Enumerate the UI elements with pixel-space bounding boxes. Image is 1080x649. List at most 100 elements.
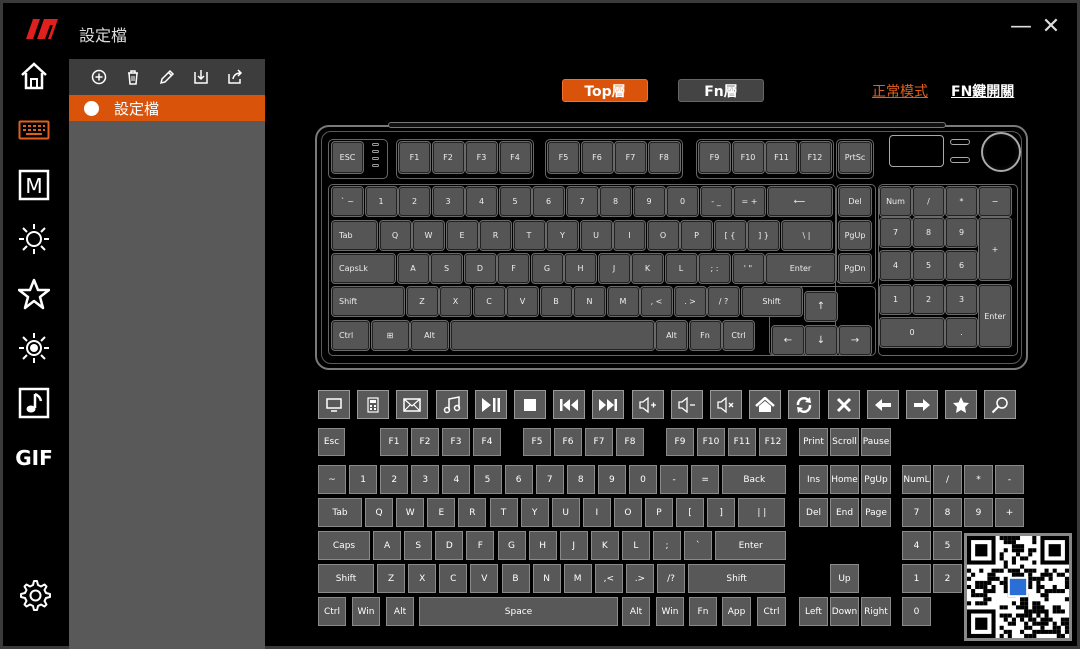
key-sym[interactable]: = + (733, 186, 766, 217)
key-w[interactable]: W (412, 220, 445, 251)
key-arrow-up[interactable]: ↑ (804, 291, 838, 322)
numpad-key-sym[interactable]: + (978, 217, 1012, 281)
picker-key-sym[interactable]: = (691, 465, 720, 494)
trash-icon[interactable] (122, 66, 144, 88)
star-icon[interactable] (15, 275, 53, 313)
picker-key-f[interactable]: F (466, 531, 495, 560)
picker-key-shift[interactable]: Shift (318, 564, 374, 593)
numpad-key-sym[interactable]: / (912, 186, 945, 217)
gear-icon[interactable] (15, 576, 53, 614)
picker-key-h[interactable]: H (528, 531, 557, 560)
key-f3[interactable]: F3 (465, 141, 498, 174)
picker-key-f8[interactable]: F8 (616, 428, 644, 456)
key-f[interactable]: F (497, 253, 530, 284)
key-h[interactable]: H (564, 253, 597, 284)
refresh-key[interactable] (788, 390, 821, 419)
numpad-key-0[interactable]: 0 (879, 317, 945, 348)
numpad-key-5[interactable]: 5 (912, 250, 945, 281)
picker-key-sym[interactable]: - (660, 465, 689, 494)
key-pgdn[interactable]: PgDn (838, 253, 872, 284)
key-prtsc[interactable]: PrtSc (838, 141, 872, 174)
key-1[interactable]: 1 (364, 186, 398, 217)
picker-key-ctrl[interactable]: Ctrl (757, 597, 786, 626)
key-ctrl[interactable]: Ctrl (331, 320, 370, 351)
picker-key-1[interactable]: 1 (902, 564, 931, 593)
key-alt[interactable]: Alt (655, 320, 688, 351)
picker-key-ctrl[interactable]: Ctrl (318, 597, 346, 626)
key-sym[interactable]: [ { (713, 220, 747, 251)
picker-key-sym[interactable]: .> (625, 564, 654, 593)
monitor-key[interactable] (318, 390, 350, 419)
minimize-button[interactable]: — (1007, 15, 1035, 39)
key-6[interactable]: 6 (532, 186, 565, 217)
picker-key-ins[interactable]: Ins (799, 465, 828, 494)
picker-key-sym[interactable]: * (964, 465, 993, 494)
key-l[interactable]: L (664, 253, 698, 284)
key-sym[interactable]: / ? (707, 286, 740, 317)
brightness-icon[interactable] (15, 220, 53, 258)
picker-key-a[interactable]: A (373, 531, 402, 560)
picker-key-pgup[interactable]: PgUp (861, 465, 891, 494)
numpad-key-6[interactable]: 6 (945, 250, 978, 281)
picker-key-8[interactable]: 8 (933, 498, 962, 527)
key-sym[interactable]: ` ~ (331, 186, 364, 217)
picker-key-6[interactable]: 6 (504, 465, 533, 494)
top-layer-button[interactable]: Top層 (562, 79, 648, 102)
keyboard-icon[interactable] (15, 111, 53, 149)
key-f12[interactable]: F12 (798, 141, 832, 174)
gif-icon[interactable]: GIF (15, 439, 53, 477)
picker-key-sym[interactable]: | | (738, 498, 786, 527)
picker-key-1[interactable]: 1 (349, 465, 378, 494)
picker-key-f10[interactable]: F10 (697, 428, 725, 456)
picker-key-print[interactable]: Print (799, 428, 828, 456)
picker-key-caps[interactable]: Caps (318, 531, 370, 560)
key-7[interactable]: 7 (565, 186, 599, 217)
numpad-key-enter[interactable]: Enter (978, 284, 1012, 348)
key-t[interactable]: T (512, 220, 546, 251)
key-f9[interactable]: F9 (698, 141, 731, 174)
picker-key-f6[interactable]: F6 (554, 428, 582, 456)
picker-key-7[interactable]: 7 (902, 498, 931, 527)
picker-key-b[interactable]: B (501, 564, 530, 593)
edit-icon[interactable] (156, 66, 178, 88)
back-arrow-key[interactable] (866, 390, 899, 419)
picker-key-home[interactable]: Home (830, 465, 859, 494)
key-tab[interactable]: Tab (331, 220, 378, 251)
picker-key-sym[interactable]: ] (707, 498, 736, 527)
key-f7[interactable]: F7 (614, 141, 647, 174)
key-f1[interactable]: F1 (398, 141, 431, 174)
volume-down-key[interactable] (670, 390, 703, 419)
key-f11[interactable]: F11 (765, 141, 798, 174)
fn-switch-link[interactable]: FN鍵開關 (951, 81, 1014, 101)
picker-key-left[interactable]: Left (799, 597, 828, 626)
picker-key-sym[interactable]: ,< (594, 564, 623, 593)
music-key[interactable] (435, 390, 468, 419)
key-arrow-right[interactable]: → (838, 325, 872, 356)
key-esc[interactable]: ESC (331, 141, 364, 174)
key-r[interactable]: R (479, 220, 512, 251)
picker-key-alt[interactable]: Alt (386, 597, 414, 626)
picker-key-s[interactable]: S (404, 531, 433, 560)
key-capslk[interactable]: CapsLk (331, 253, 396, 284)
key-u[interactable]: U (579, 220, 613, 251)
picker-key-4[interactable]: 4 (442, 465, 471, 494)
picker-key-down[interactable]: Down (830, 597, 859, 626)
key-sym[interactable]: ' " (731, 253, 765, 284)
picker-key-k[interactable]: K (590, 531, 619, 560)
picker-key-scroll[interactable]: Scroll (830, 428, 859, 456)
picker-key-space[interactable]: Space (419, 597, 618, 626)
picker-key-y[interactable]: Y (520, 498, 549, 527)
picker-key-win[interactable]: Win (352, 597, 380, 626)
key-f4[interactable]: F4 (498, 141, 532, 174)
key-c[interactable]: C (472, 286, 506, 317)
picker-key-o[interactable]: O (613, 498, 642, 527)
close-x-key[interactable] (827, 390, 860, 419)
picker-key-f9[interactable]: F9 (666, 428, 694, 456)
picker-key-end[interactable]: End (830, 498, 859, 527)
picker-key-0[interactable]: 0 (629, 465, 657, 494)
key-sym[interactable]: ⟵ (766, 186, 833, 217)
picker-key-2[interactable]: 2 (380, 465, 409, 494)
import-icon[interactable] (190, 66, 212, 88)
picker-key-p[interactable]: P (645, 498, 673, 527)
picker-key-f3[interactable]: F3 (442, 428, 470, 456)
